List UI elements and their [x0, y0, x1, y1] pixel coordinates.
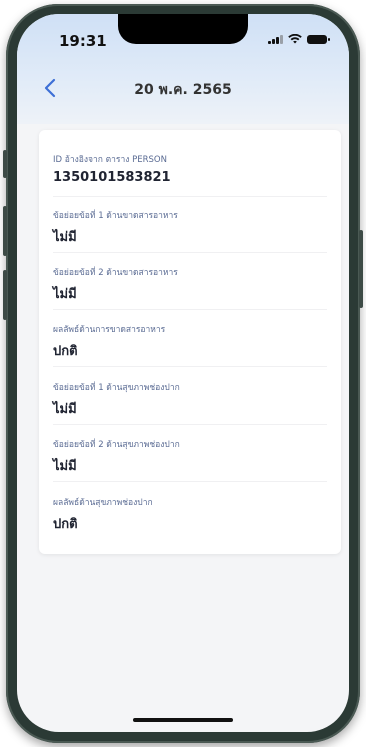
- field-value: ไม่มี: [53, 402, 77, 417]
- home-indicator[interactable]: [133, 718, 233, 722]
- field-label: ผลลัพธ์ด้านการขาดสารอาหาร: [53, 325, 166, 335]
- field-value: ปกติ: [53, 517, 78, 532]
- field-oral-item-1: ข้อย่อยข้อที่ 1 ด้านสุขภาพช่องปาก ไม่มี: [53, 380, 327, 425]
- silent-switch: [3, 150, 7, 178]
- wifi-icon: [288, 34, 302, 44]
- field-label: ข้อย่อยข้อที่ 1 ด้านสุขภาพช่องปาก: [53, 383, 180, 393]
- status-time: 19:31: [59, 32, 107, 50]
- field-label: ผลลัพธ์ด้านสุขภาพช่องปาก: [53, 498, 153, 508]
- notch: [118, 14, 248, 44]
- volume-up-button: [3, 206, 7, 256]
- field-person-id: ID อ้างอิงจาก ตาราง PERSON 1350101583821: [53, 152, 327, 197]
- navigation-bar: 20 พ.ค. 2565: [17, 70, 349, 106]
- field-label: ข้อย่อยข้อที่ 2 ด้านขาดสารอาหาร: [53, 268, 178, 278]
- field-label: ID อ้างอิงจาก ตาราง PERSON: [53, 155, 167, 165]
- field-value: 1350101583821: [53, 170, 171, 185]
- field-value: ไม่มี: [53, 287, 77, 302]
- field-value: ปกติ: [53, 344, 78, 359]
- detail-card: ID อ้างอิงจาก ตาราง PERSON 1350101583821…: [39, 130, 341, 554]
- field-value: ไม่มี: [53, 459, 77, 474]
- field-oral-result: ผลลัพธ์ด้านสุขภาพช่องปาก ปกติ: [53, 495, 327, 539]
- field-label: ข้อย่อยข้อที่ 1 ด้านขาดสารอาหาร: [53, 211, 178, 221]
- phone-screen: 19:31 20 พ.ค. 2565 ID อ้างอิงจาก ตาราง P…: [17, 14, 349, 732]
- volume-down-button: [3, 270, 7, 320]
- field-nutrition-item-2: ข้อย่อยข้อที่ 2 ด้านขาดสารอาหาร ไม่มี: [53, 265, 327, 310]
- field-value: ไม่มี: [53, 230, 77, 245]
- field-label: ข้อย่อยข้อที่ 2 ด้านสุขภาพช่องปาก: [53, 440, 180, 450]
- field-oral-item-2: ข้อย่อยข้อที่ 2 ด้านสุขภาพช่องปาก ไม่มี: [53, 437, 327, 482]
- power-button: [359, 230, 363, 308]
- field-nutrition-item-1: ข้อย่อยข้อที่ 1 ด้านขาดสารอาหาร ไม่มี: [53, 208, 327, 253]
- status-icons: [268, 34, 330, 44]
- status-bar: 19:31: [17, 14, 349, 64]
- page-title: 20 พ.ค. 2565: [134, 82, 232, 98]
- battery-icon: [307, 34, 330, 44]
- signal-icon: [268, 34, 283, 44]
- field-nutrition-result: ผลลัพธ์ด้านการขาดสารอาหาร ปกติ: [53, 322, 327, 367]
